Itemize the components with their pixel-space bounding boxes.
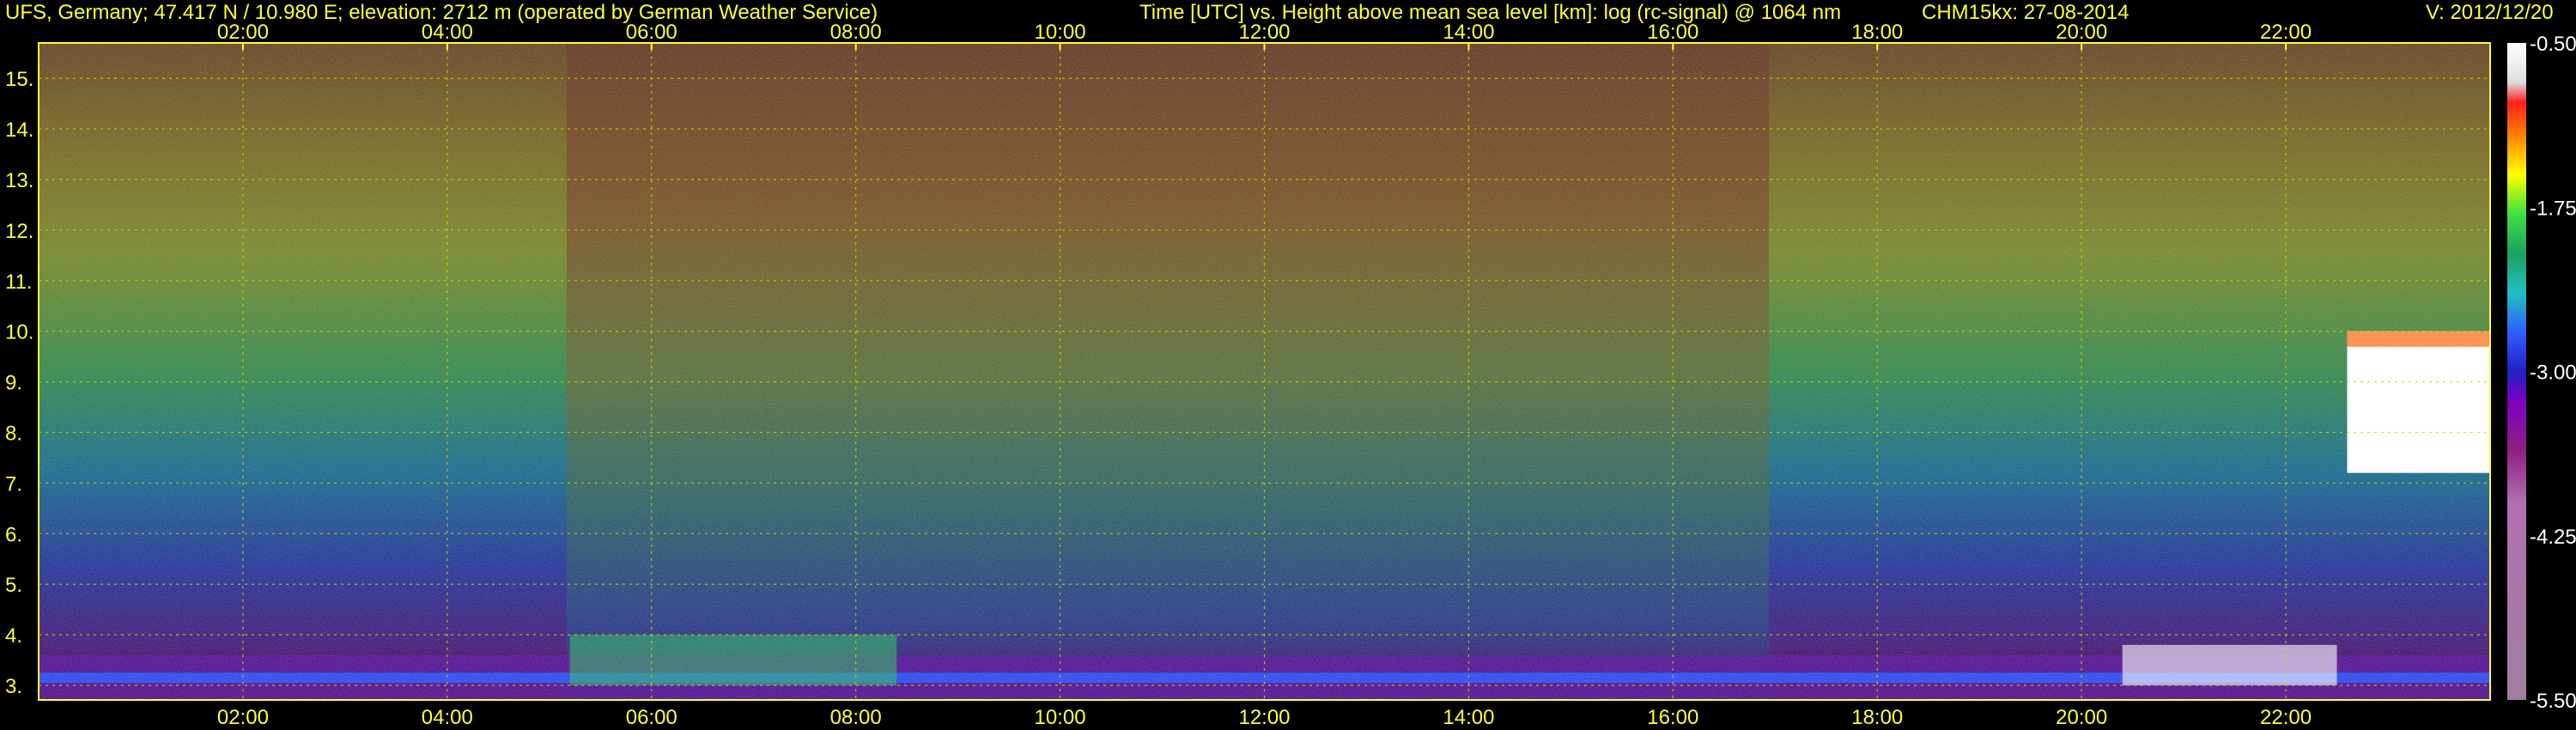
x-tick-label-top: 08:00 — [830, 21, 882, 44]
y-tick-label: 10. — [5, 321, 33, 344]
y-tick-label: 7. — [5, 472, 22, 496]
colorbar-tick-label: -5.50 — [2530, 690, 2576, 713]
x-tick-label-bottom: 02:00 — [217, 706, 269, 729]
x-tick-label-bottom: 14:00 — [1443, 706, 1494, 729]
y-tick-label: 6. — [5, 523, 22, 546]
colorbar-tick-label: -1.75 — [2530, 197, 2576, 220]
x-tick-label-top: 06:00 — [626, 21, 677, 44]
x-tick-label-top: 12:00 — [1238, 21, 1290, 44]
y-tick-label: 5. — [5, 574, 22, 597]
x-tick-label-bottom: 16:00 — [1647, 706, 1698, 729]
colorbar — [2507, 43, 2526, 700]
y-tick-label: 8. — [5, 423, 22, 446]
lidar-backscatter-chart: UFS, Germany; 47.417 N / 10.980 E; eleva… — [5, 1, 2576, 729]
x-tick-label-bottom: 10:00 — [1035, 706, 1086, 729]
x-axis-bottom: 02:00 04:00 06:00 08:00 10:00 12:00 14:00 16:00… — [217, 706, 2312, 729]
colorbar-ticks: -0.50 -1.75 -3.00 -4.25 -5.50 — [2530, 33, 2576, 713]
x-tick-label-bottom: 22:00 — [2260, 706, 2312, 729]
y-tick-label: 14. — [5, 119, 33, 142]
y-tick-label: 15. — [5, 68, 33, 91]
y-axis: 3. 4. 5. 6. 7. 8. 9. 10. 11. 12. 13. 14. 15. — [5, 68, 33, 698]
x-tick-label-top: 14:00 — [1443, 21, 1494, 44]
colorbar-tick-label: -3.00 — [2530, 362, 2576, 385]
x-tick-label-bottom: 06:00 — [626, 706, 677, 729]
y-tick-label: 4. — [5, 624, 22, 648]
colorbar-tick-label: -0.50 — [2530, 33, 2576, 56]
x-tick-label-top: 02:00 — [217, 21, 269, 44]
x-tick-label-top: 20:00 — [2056, 21, 2107, 44]
x-tick-label-top: 22:00 — [2260, 21, 2312, 44]
y-tick-label: 12. — [5, 220, 33, 243]
x-tick-label-bottom: 04:00 — [422, 706, 473, 729]
version-label: V: 2012/12/20 — [2426, 1, 2554, 24]
x-tick-label-bottom: 20:00 — [2056, 706, 2107, 729]
y-tick-label: 3. — [5, 675, 22, 698]
x-tick-label-bottom: 08:00 — [830, 706, 882, 729]
x-tick-label-top: 04:00 — [422, 21, 473, 44]
colorbar-tick-label: -4.25 — [2530, 526, 2576, 549]
x-tick-label-top: 18:00 — [1851, 21, 1903, 44]
x-tick-label-bottom: 12:00 — [1238, 706, 1290, 729]
y-tick-label: 9. — [5, 372, 22, 395]
x-tick-label-top: 16:00 — [1647, 21, 1698, 44]
y-tick-label: 13. — [5, 169, 33, 192]
x-tick-label-top: 10:00 — [1035, 21, 1086, 44]
x-tick-label-bottom: 18:00 — [1851, 706, 1903, 729]
y-tick-label: 11. — [5, 271, 33, 294]
